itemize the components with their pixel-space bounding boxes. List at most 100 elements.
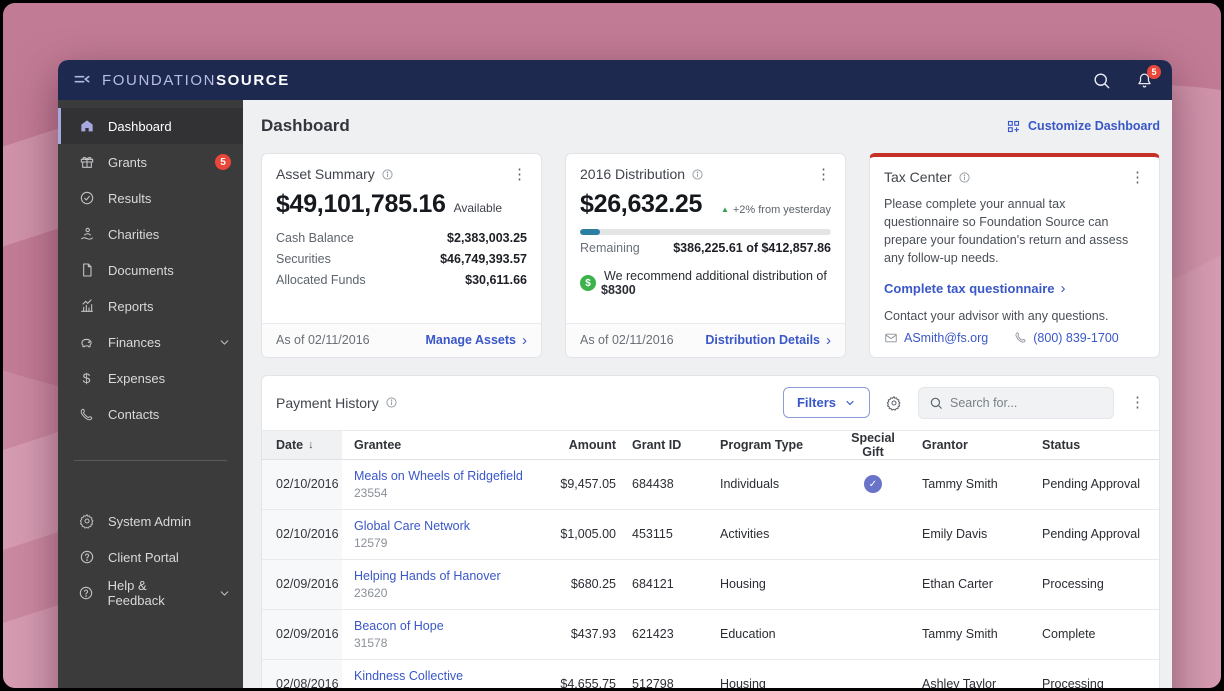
search-input[interactable]: [950, 395, 1103, 410]
kebab-menu-icon[interactable]: ⋮: [816, 167, 831, 182]
cell-status: Processing: [1042, 677, 1104, 688]
distribution-details-link[interactable]: Distribution Details ›: [705, 333, 831, 348]
filters-button[interactable]: Filters: [782, 387, 870, 418]
recommendation-text: We recommend additional distribution of: [604, 269, 827, 283]
column-header-grantee[interactable]: Grantee: [342, 438, 542, 452]
cell-grantor: Ethan Carter: [922, 577, 993, 591]
sidebar-item-client-portal[interactable]: Client Portal: [58, 539, 243, 575]
asset-summary-card: Asset Summary ⋮ $49,101,785.16 Available…: [261, 153, 542, 358]
advisor-phone-link[interactable]: (800) 839-1700: [1014, 331, 1119, 345]
cell-amount: $9,457.05: [560, 477, 616, 491]
available-label: Available: [453, 201, 503, 215]
cell-date: 02/10/2016: [262, 509, 342, 559]
grantee-link[interactable]: Beacon of Hope: [354, 619, 444, 633]
asset-summary-title: Asset Summary: [276, 166, 375, 182]
cell-program-type: Housing: [720, 577, 766, 591]
gift-icon: [78, 154, 95, 171]
cell-status: Pending Approval: [1042, 527, 1140, 541]
payment-history-title: Payment History: [276, 394, 379, 411]
top-navigation-bar: FOUNDATIONSOURCE 5: [58, 60, 1172, 100]
cell-grant-id: 684121: [632, 577, 674, 591]
cell-grantor: Tammy Smith: [922, 627, 998, 641]
advisor-email-link[interactable]: ASmith@fs.org: [884, 331, 988, 345]
grantee-link[interactable]: Helping Hands of Hanover: [354, 569, 501, 583]
sidebar-item-label: Dashboard: [108, 118, 172, 134]
special-gift-check-icon: ✓: [864, 475, 882, 493]
info-icon[interactable]: [691, 168, 704, 181]
top-actions: 5: [1092, 64, 1161, 90]
kebab-menu-icon[interactable]: ⋮: [512, 167, 527, 182]
sidebar-item-results[interactable]: Results: [58, 180, 243, 216]
cell-grantor: Ashley Taylor: [922, 677, 997, 688]
table-row[interactable]: 02/10/2016 Global Care Network 12579 $1,…: [262, 509, 1159, 560]
grantee-link[interactable]: Kindness Collective: [354, 669, 463, 683]
kebab-menu-icon[interactable]: ⋮: [1130, 395, 1145, 410]
tax-center-body: Please complete your annual tax question…: [884, 197, 1129, 266]
grantee-link[interactable]: Meals on Wheels of Ridgefield: [354, 469, 523, 483]
asset-row: Cash Balance $2,383,003.25: [276, 227, 527, 248]
cell-status: Pending Approval: [1042, 477, 1140, 491]
sidebar-item-finances[interactable]: Finances: [58, 324, 243, 360]
sidebar-item-reports[interactable]: Reports: [58, 288, 243, 324]
table-settings-gear-icon[interactable]: [886, 395, 902, 411]
table-row[interactable]: 02/08/2016 Kindness Collective 30257 $4,…: [262, 659, 1159, 689]
customize-dashboard-button[interactable]: Customize Dashboard: [1006, 119, 1160, 134]
sidebar-collapse-icon[interactable]: [72, 70, 92, 90]
cell-amount: $680.25: [570, 577, 616, 591]
page-title: Dashboard: [261, 116, 350, 135]
column-header-grant-id[interactable]: Grant ID: [624, 438, 712, 452]
chevron-right-icon: ›: [1060, 279, 1066, 297]
cell-status: Complete: [1042, 627, 1096, 641]
sidebar-item-label: Help & Feedback: [107, 578, 165, 608]
asset-row-label: Securities: [276, 251, 331, 266]
check-circle-icon: [78, 190, 95, 207]
sidebar-item-label: Client Portal: [108, 549, 179, 565]
tax-contact-text: Contact your advisor with any questions.: [884, 308, 1109, 323]
sidebar-item-label: System Admin: [108, 513, 192, 529]
available-amount: $49,101,785.16: [276, 190, 446, 218]
bar-chart-icon: [78, 298, 95, 315]
column-header-program-type[interactable]: Program Type: [712, 438, 832, 452]
chevron-right-icon: ›: [522, 331, 527, 349]
complete-tax-questionnaire-label: Complete tax questionnaire: [884, 280, 1055, 296]
trend-label: +2% from yesterday: [732, 203, 831, 216]
complete-tax-questionnaire-link[interactable]: Complete tax questionnaire ›: [884, 281, 1145, 296]
sidebar-item-expenses[interactable]: $ Expenses: [58, 360, 243, 396]
sidebar-item-dashboard[interactable]: Dashboard: [58, 108, 243, 144]
remaining-label: Remaining: [580, 241, 640, 255]
sidebar-item-grants[interactable]: Grants 5: [58, 144, 243, 180]
manage-assets-label: Manage Assets: [425, 333, 516, 347]
column-header-date[interactable]: Date ↓: [262, 430, 342, 459]
column-header-status[interactable]: Status: [1034, 438, 1159, 452]
notifications-bell-icon[interactable]: 5: [1135, 64, 1161, 90]
search-icon[interactable]: [1092, 71, 1111, 90]
sidebar-item-help-feedback[interactable]: Help & Feedback: [58, 575, 243, 611]
sidebar-item-documents[interactable]: Documents: [58, 252, 243, 288]
info-icon[interactable]: [385, 396, 398, 409]
cell-program-type: Activities: [720, 527, 770, 541]
cell-program-type: Education: [720, 627, 776, 641]
manage-assets-link[interactable]: Manage Assets ›: [425, 333, 527, 348]
grantee-id: 23554: [354, 485, 388, 500]
kebab-menu-icon[interactable]: ⋮: [1130, 170, 1145, 185]
sidebar-item-label: Expenses: [108, 370, 166, 386]
payment-history-panel: Payment History Filters Search for... ⋮ …: [261, 374, 1160, 689]
trend-up-icon: ▲: [720, 205, 729, 214]
sidebar-item-contacts[interactable]: Contacts: [58, 396, 243, 432]
distribution-title: 2016 Distribution: [580, 166, 686, 182]
table-row[interactable]: 02/10/2016 Meals on Wheels of Ridgefield…: [262, 459, 1159, 510]
sidebar-item-charities[interactable]: Charities: [58, 216, 243, 252]
table-row[interactable]: 02/09/2016 Beacon of Hope 31578 $437.93 …: [262, 609, 1159, 660]
grantee-link[interactable]: Global Care Network: [354, 519, 470, 533]
info-icon[interactable]: [958, 171, 971, 184]
column-header-grantor[interactable]: Grantor: [914, 438, 1034, 452]
recommendation-note: $ We recommend additional distribution o…: [566, 255, 845, 297]
cell-grantor: Emily Davis: [922, 527, 988, 541]
column-header-amount[interactable]: Amount: [542, 438, 624, 452]
sidebar-item-system-admin[interactable]: System Admin: [58, 503, 243, 539]
info-icon[interactable]: [381, 168, 394, 181]
cell-grantee: Kindness Collective 30257: [342, 669, 542, 689]
column-header-special-gift[interactable]: Special Gift: [832, 431, 914, 459]
dollar-circle-icon: $: [580, 275, 596, 291]
table-row[interactable]: 02/09/2016 Helping Hands of Hanover 2362…: [262, 559, 1159, 610]
